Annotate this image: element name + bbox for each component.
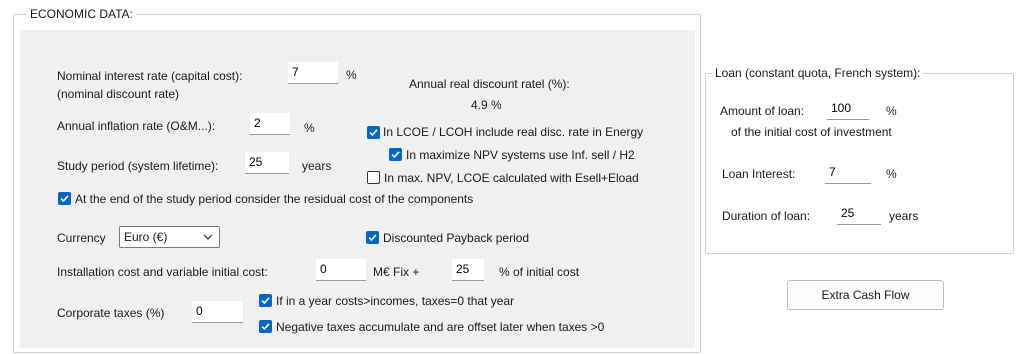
study-period-unit: years [302, 159, 332, 173]
lcoe-real-rate-checkbox[interactable] [367, 126, 380, 139]
max-npv-label: In maximize NPV systems use Inf. sell / … [406, 148, 635, 162]
costs-incomes-checkbox[interactable] [259, 294, 272, 307]
install-pct-input[interactable]: 25 [452, 259, 484, 281]
inflation-input[interactable]: 2 [250, 113, 290, 135]
residual-cost-label: At the end of the study period consider … [75, 192, 474, 206]
nominal-interest-label: Nominal interest rate (capital cost): [57, 69, 243, 83]
check-icon [391, 151, 400, 159]
inflation-label: Annual inflation rate (O&M...): [57, 119, 216, 133]
real-discount-label: Annual real discount ratel (%): [409, 77, 570, 91]
install-fix-unit: M€ Fix + [373, 265, 420, 279]
loan-group-title: Loan (constant quota, French system): [712, 66, 924, 80]
corp-tax-label: Corporate taxes (%) [57, 306, 165, 320]
check-icon [261, 297, 270, 305]
negative-taxes-checkbox[interactable] [259, 320, 272, 333]
discounted-payback-checkbox[interactable] [366, 231, 379, 244]
currency-label: Currency [57, 231, 106, 245]
loan-amount-input[interactable]: 100 [827, 98, 869, 120]
inflation-unit: % [304, 121, 315, 135]
loan-duration-input[interactable]: 25 [837, 203, 881, 225]
install-cost-label: Installation cost and variable initial c… [57, 265, 268, 279]
negative-taxes-label: Negative taxes accumulate and are offset… [276, 320, 605, 334]
check-icon [60, 195, 69, 203]
real-discount-value: 4.9 % [471, 98, 502, 112]
loan-amount-sublabel: of the initial cost of investment [731, 125, 892, 139]
study-period-input[interactable]: 25 [245, 152, 289, 174]
currency-value: Euro (€) [124, 230, 168, 244]
loan-amount-label: Amount of loan: [720, 104, 805, 118]
install-pct-unit: % of initial cost [499, 265, 580, 279]
max-npv-checkbox[interactable] [389, 148, 402, 161]
check-icon [261, 323, 270, 331]
install-fix-input[interactable]: 0 [316, 259, 366, 281]
nominal-interest-input[interactable]: 7 [288, 62, 338, 84]
esell-eload-checkbox[interactable] [367, 171, 380, 184]
currency-select[interactable]: Euro (€) [119, 226, 220, 248]
costs-incomes-label: If in a year costs>incomes, taxes=0 that… [276, 294, 515, 308]
loan-duration-label: Duration of loan: [722, 209, 811, 223]
nominal-interest-unit: % [346, 68, 357, 82]
loan-interest-input[interactable]: 7 [825, 162, 871, 184]
study-period-label: Study period (system lifetime): [57, 159, 219, 173]
corp-tax-input[interactable]: 0 [192, 301, 243, 323]
loan-interest-unit: % [886, 167, 897, 181]
loan-amount-unit: % [886, 104, 897, 118]
esell-eload-label: In max. NPV, LCOE calculated with Esell+… [384, 171, 639, 185]
lcoe-real-rate-label: In LCOE / LCOH include real disc. rate i… [383, 125, 644, 139]
nominal-interest-sublabel: (nominal discount rate) [57, 87, 180, 101]
loan-duration-unit: years [889, 209, 919, 223]
discounted-payback-label: Discounted Payback period [383, 231, 530, 245]
extra-cash-flow-button[interactable]: Extra Cash Flow [787, 280, 944, 310]
residual-cost-checkbox[interactable] [58, 192, 71, 205]
check-icon [369, 129, 378, 137]
chevron-down-icon [203, 234, 213, 240]
loan-interest-label: Loan Interest: [722, 167, 796, 181]
check-icon [368, 234, 377, 242]
economic-data-title: ECONOMIC DATA: [27, 7, 136, 21]
